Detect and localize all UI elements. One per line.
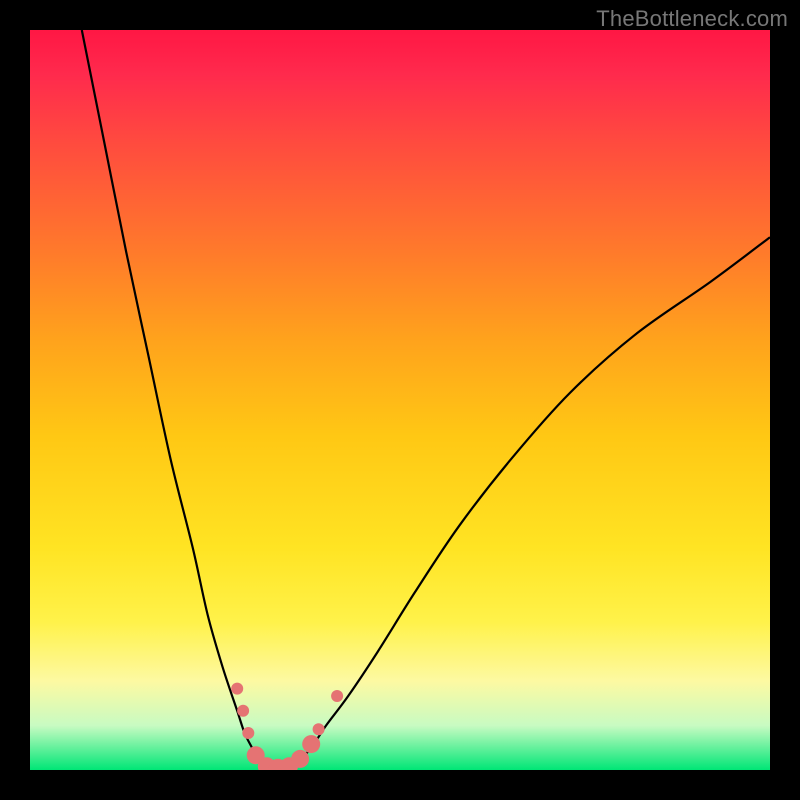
marker-point	[313, 723, 325, 735]
marker-point	[291, 750, 309, 768]
bottleneck-curve	[82, 30, 770, 770]
watermark-text: TheBottleneck.com	[596, 6, 788, 32]
chart-frame: TheBottleneck.com	[0, 0, 800, 800]
marker-point	[237, 705, 249, 717]
marker-point	[242, 727, 254, 739]
chart-svg	[30, 30, 770, 770]
marker-point	[302, 735, 320, 753]
marker-point	[331, 690, 343, 702]
marker-point	[231, 683, 243, 695]
